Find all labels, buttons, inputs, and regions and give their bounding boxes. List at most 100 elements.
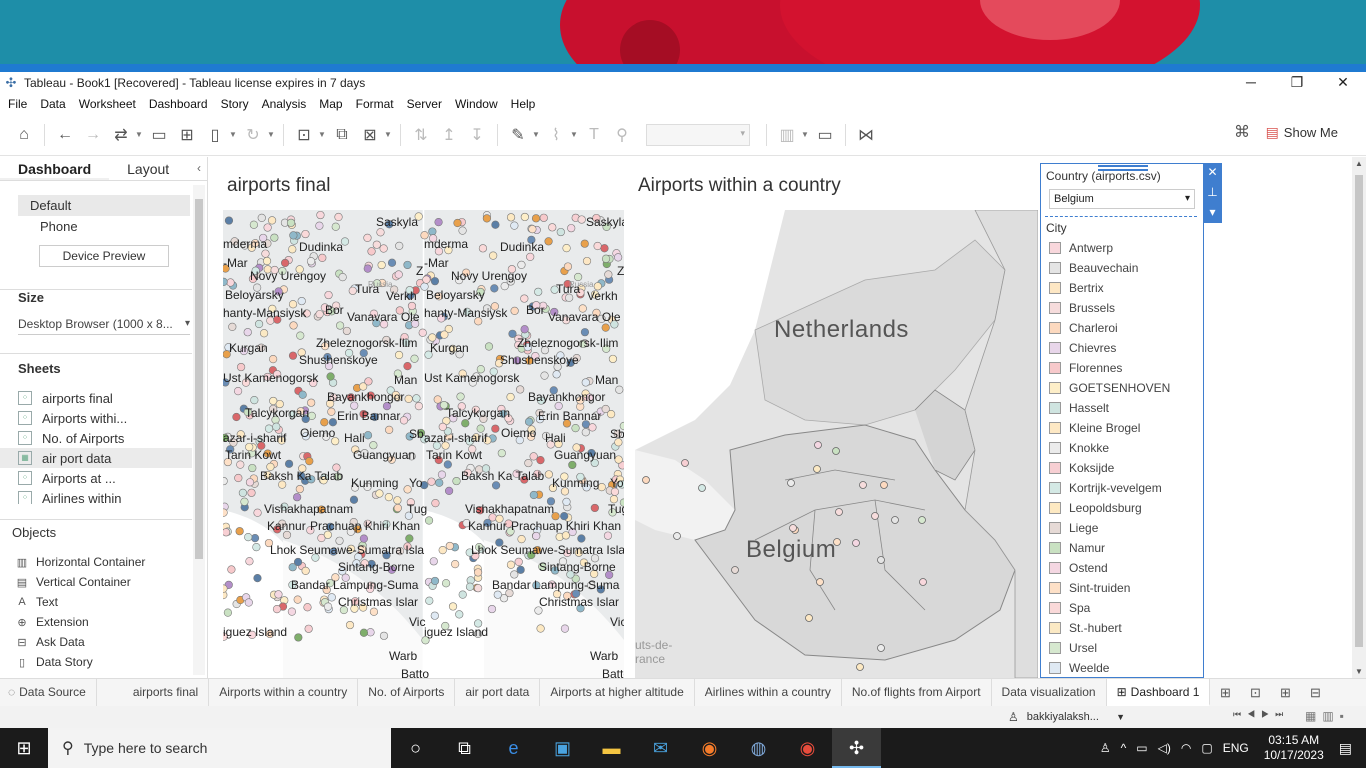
task-view-icon[interactable]: ⧉ xyxy=(440,728,489,768)
size-dropdown[interactable]: Desktop Browser (1000 x 8... xyxy=(18,313,190,335)
device-preview-button[interactable]: Device Preview xyxy=(39,245,169,267)
scrollbar-thumb[interactable] xyxy=(195,199,203,559)
legend-item[interactable]: Knokke xyxy=(1049,438,1170,458)
legend-item[interactable]: Spa xyxy=(1049,598,1170,618)
user-menu[interactable]: ♙ bakkiyalaksh... ▼ xyxy=(1000,708,1125,726)
legend-item[interactable]: Hasselt xyxy=(1049,398,1170,418)
sheet-navigation[interactable]: ⏮◀▶⏭ xyxy=(1233,709,1289,720)
taskbar-search[interactable]: ⚲ Type here to search xyxy=(48,728,391,768)
language-indicator[interactable]: ENG xyxy=(1223,741,1249,755)
chevron-down-icon[interactable]: ▼ xyxy=(135,130,145,139)
sort-ascending-icon[interactable]: ↥ xyxy=(435,121,463,149)
new-worksheet-icon[interactable]: ⊞ xyxy=(1210,685,1240,701)
legend-item[interactable]: Kortrijk-vevelgem xyxy=(1049,478,1170,498)
object-ask-data[interactable]: ⊟ Ask Data xyxy=(0,632,192,652)
menu-worksheet[interactable]: Worksheet xyxy=(74,97,141,111)
object-extension[interactable]: ⊕ Extension xyxy=(0,612,192,632)
file-explorer-icon[interactable]: ▬ xyxy=(587,728,636,768)
legend-item[interactable]: Bertrix xyxy=(1049,278,1170,298)
tab-data-source[interactable]: ◌ Data Source xyxy=(0,679,97,706)
restore-button[interactable]: ❐ xyxy=(1274,72,1320,94)
menu-window[interactable]: Window xyxy=(450,97,503,111)
menu-server[interactable]: Server xyxy=(402,97,447,111)
sheet-item[interactable]: ⁘ Airports withi... xyxy=(0,408,192,428)
undo-icon[interactable]: ← xyxy=(51,121,79,149)
clock[interactable]: 03:15 AM 10/17/2023 xyxy=(1264,733,1324,763)
object-horizontal-container[interactable]: ▥ Horizontal Container xyxy=(0,552,192,572)
country-airports-map[interactable]: Netherlands Belgium uts-de- rance xyxy=(635,210,1038,678)
legend-item[interactable]: Leopoldsburg xyxy=(1049,498,1170,518)
new-story-icon[interactable]: ⊞ xyxy=(1270,685,1300,701)
chevron-down-icon[interactable]: ▼ xyxy=(229,130,239,139)
legend-item[interactable]: Beauvechain xyxy=(1049,258,1170,278)
new-worksheet-icon[interactable]: ⊡ xyxy=(290,121,318,149)
highlight-icon[interactable]: ✎ xyxy=(504,121,532,149)
tab-sheet[interactable]: Data visualization xyxy=(992,679,1107,706)
pin-icon[interactable]: ⊥ xyxy=(1203,183,1222,203)
benelux-map-svg[interactable] xyxy=(635,210,1038,678)
chevron-down-icon[interactable]: ▼ xyxy=(801,130,811,139)
legend-item[interactable]: St.-hubert xyxy=(1049,618,1170,638)
show-me-button[interactable]: ▤ Show Me xyxy=(1266,124,1338,141)
swap-icon[interactable]: ⇅ xyxy=(407,121,435,149)
collapse-sidebar-icon[interactable]: ‹ xyxy=(197,161,201,175)
device-default[interactable]: Default xyxy=(18,195,190,216)
object-vertical-container[interactable]: ▤ Vertical Container xyxy=(0,572,192,592)
legend-item[interactable]: Namur xyxy=(1049,538,1170,558)
sheet-item[interactable]: ▦ air port data xyxy=(0,448,192,468)
menu-dashboard[interactable]: Dashboard xyxy=(144,97,213,111)
show-cards-icon[interactable]: ▥ xyxy=(773,121,801,149)
drag-handle[interactable] xyxy=(1098,163,1148,173)
volume-icon[interactable]: ◁) xyxy=(1158,741,1171,755)
fit-select[interactable] xyxy=(646,123,750,146)
minimize-button[interactable]: ─ xyxy=(1228,72,1274,94)
chevron-down-icon[interactable]: ▼ xyxy=(318,130,328,139)
close-button[interactable]: ✕ xyxy=(1320,72,1366,94)
tab-dashboard[interactable]: Dashboard xyxy=(0,157,110,180)
home-icon[interactable]: ⌂ xyxy=(10,121,38,149)
legend-item[interactable]: Ostend xyxy=(1049,558,1170,578)
legend-item[interactable]: Liege xyxy=(1049,518,1170,538)
new-dashboard-icon[interactable]: ⊡ xyxy=(1240,685,1270,701)
presentation-mode-icon[interactable]: ▭ xyxy=(811,121,839,149)
legend-item[interactable]: Charleroi xyxy=(1049,318,1170,338)
fix-axes-icon[interactable]: ⚲ xyxy=(608,121,636,149)
menu-data[interactable]: Data xyxy=(35,97,70,111)
sheet-item[interactable]: ⁘ Airlines within xyxy=(0,488,192,504)
menu-story[interactable]: Story xyxy=(216,97,254,111)
tab-sheet[interactable]: Airlines within a country xyxy=(695,679,842,706)
chrome-icon[interactable]: ◉ xyxy=(783,728,832,768)
menu-format[interactable]: Format xyxy=(351,97,399,111)
new-data-source-icon[interactable]: ⊞ xyxy=(173,121,201,149)
cortana-icon[interactable]: ○ xyxy=(391,728,440,768)
scrollbar-thumb[interactable] xyxy=(1355,175,1363,647)
save-icon[interactable]: ▭ xyxy=(145,121,173,149)
object-data-story[interactable]: ▯ Data Story xyxy=(0,652,192,672)
tab-sheet[interactable]: airports final xyxy=(97,679,210,706)
chrome-icon[interactable]: ◍ xyxy=(734,728,783,768)
legend-item[interactable]: Sint-truiden xyxy=(1049,578,1170,598)
menu-help[interactable]: Help xyxy=(506,97,541,111)
airports-world-map[interactable]: Saskyla mderma Dudinka -Mar Novy Urengoy… xyxy=(223,210,624,678)
refresh-icon[interactable]: ↻ xyxy=(239,121,267,149)
menu-map[interactable]: Map xyxy=(314,97,347,111)
mail-icon[interactable]: ✉ xyxy=(636,728,685,768)
sheet-item[interactable]: ⁘ airports final xyxy=(0,388,192,408)
store-icon[interactable]: ▣ xyxy=(538,728,587,768)
chevron-down-icon[interactable]: ▼ xyxy=(532,130,542,139)
device-phone[interactable]: Phone xyxy=(0,216,192,237)
legend-item[interactable]: Weelde xyxy=(1049,658,1170,678)
tab-sheet[interactable]: Airports within a country xyxy=(209,679,359,706)
firefox-icon[interactable]: ◉ xyxy=(685,728,734,768)
tab-sheet[interactable]: Airports at higher altitude xyxy=(540,679,695,706)
tab-sheet[interactable]: No.of flights from Airport xyxy=(842,679,992,706)
new-story-board-icon[interactable]: ⊟ xyxy=(1300,685,1330,701)
pause-auto-updates-icon[interactable]: ▯ xyxy=(201,121,229,149)
legend-item[interactable]: Koksijde xyxy=(1049,458,1170,478)
legend-item[interactable]: Antwerp xyxy=(1049,238,1170,258)
tableau-icon[interactable]: ✣ xyxy=(832,728,881,768)
menu-analysis[interactable]: Analysis xyxy=(257,97,312,111)
labels-icon[interactable]: T xyxy=(580,121,608,149)
tab-layout[interactable]: Layout xyxy=(109,157,187,180)
tab-sheet[interactable]: No. of Airports xyxy=(358,679,456,706)
